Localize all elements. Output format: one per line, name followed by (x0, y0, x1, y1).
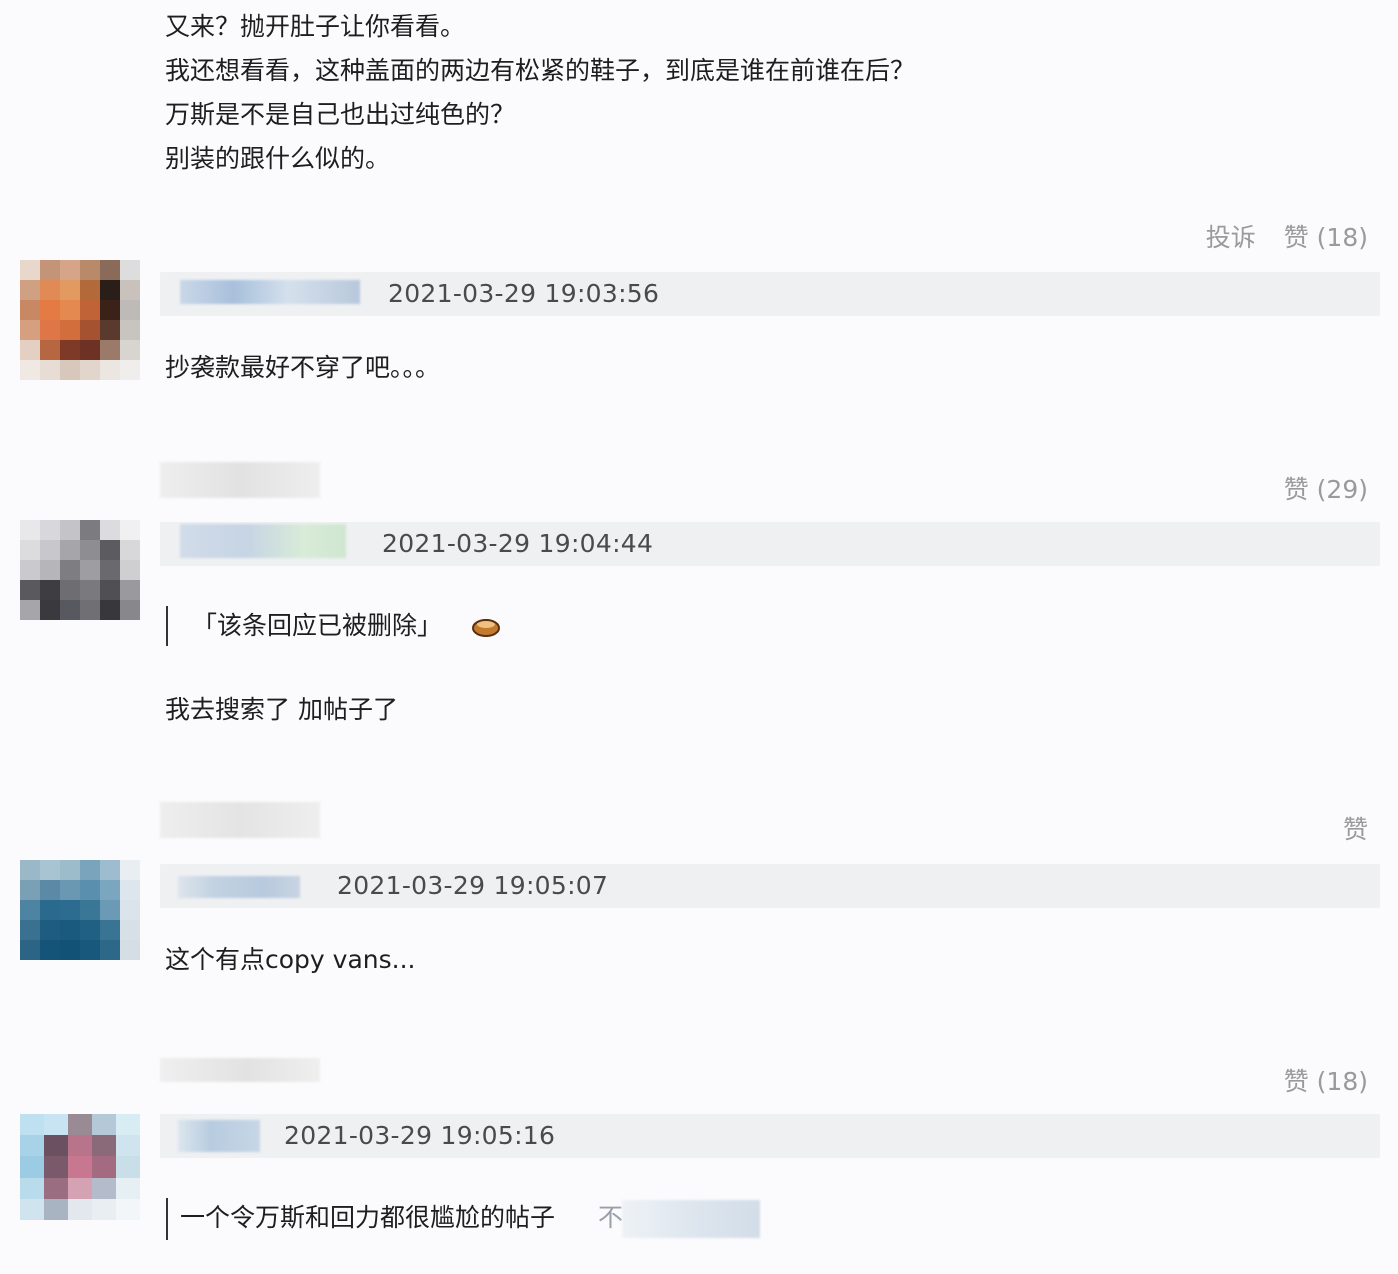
intro-actions: 投诉 赞 (18) (1186, 218, 1368, 254)
avatar-icon[interactable] (20, 520, 140, 620)
comment-body: 抄袭款最好不穿了吧。。。 (165, 353, 441, 382)
comment-body: 我去搜索了 加帖子了 (165, 695, 398, 724)
username-redacted[interactable] (178, 1120, 260, 1152)
quote-bar (166, 1198, 168, 1240)
timestamp: 2021-03-29 19:05:16 (284, 1121, 556, 1150)
report-button[interactable]: 投诉 (1206, 223, 1256, 252)
quote-tail-text: 不 (598, 1203, 624, 1232)
timestamp: 2021-03-29 19:04:44 (382, 529, 654, 558)
like-button[interactable]: 赞 (18) (1284, 223, 1368, 252)
username-redacted[interactable] (178, 876, 300, 898)
comment-body: 这个有点copy vans... (165, 945, 416, 974)
intro-line-2: 我还想看看，这种盖面的两边有松紧的鞋子，到底是谁在前谁在后？ (165, 56, 916, 85)
reply-username-redacted (160, 802, 320, 838)
comment-actions: 赞 (29) (1264, 470, 1368, 506)
emoji-icon (472, 619, 500, 637)
intro-line-4: 别装的跟什么似的。 (165, 144, 391, 173)
timestamp: 2021-03-29 19:03:56 (388, 279, 660, 308)
like-button[interactable]: 赞 (29) (1284, 475, 1368, 504)
reply-username-redacted (160, 462, 320, 498)
comment-actions: 赞 (1323, 810, 1368, 846)
timestamp: 2021-03-29 19:05:07 (337, 871, 609, 900)
like-button[interactable]: 赞 (18) (1284, 1067, 1368, 1096)
quote-text: 「该条回应已被删除」 (192, 611, 443, 640)
intro-line-3: 万斯是不是自己也出过纯色的？ (165, 100, 516, 129)
avatar-icon[interactable] (20, 860, 140, 960)
avatar-icon[interactable] (20, 1114, 140, 1220)
quote-redacted (622, 1200, 760, 1238)
quote-text: 一个令万斯和回力都很尴尬的帖子 (180, 1203, 556, 1232)
reply-username-redacted (160, 1058, 320, 1082)
comment-actions: 赞 (18) (1264, 1062, 1368, 1098)
intro-line-1: 又来？抛开肚子让你看看。 (165, 12, 466, 41)
username-redacted[interactable] (180, 280, 360, 304)
quote-bar (166, 606, 168, 646)
like-button[interactable]: 赞 (1343, 815, 1368, 844)
avatar-icon[interactable] (20, 260, 140, 380)
username-redacted[interactable] (180, 524, 346, 558)
